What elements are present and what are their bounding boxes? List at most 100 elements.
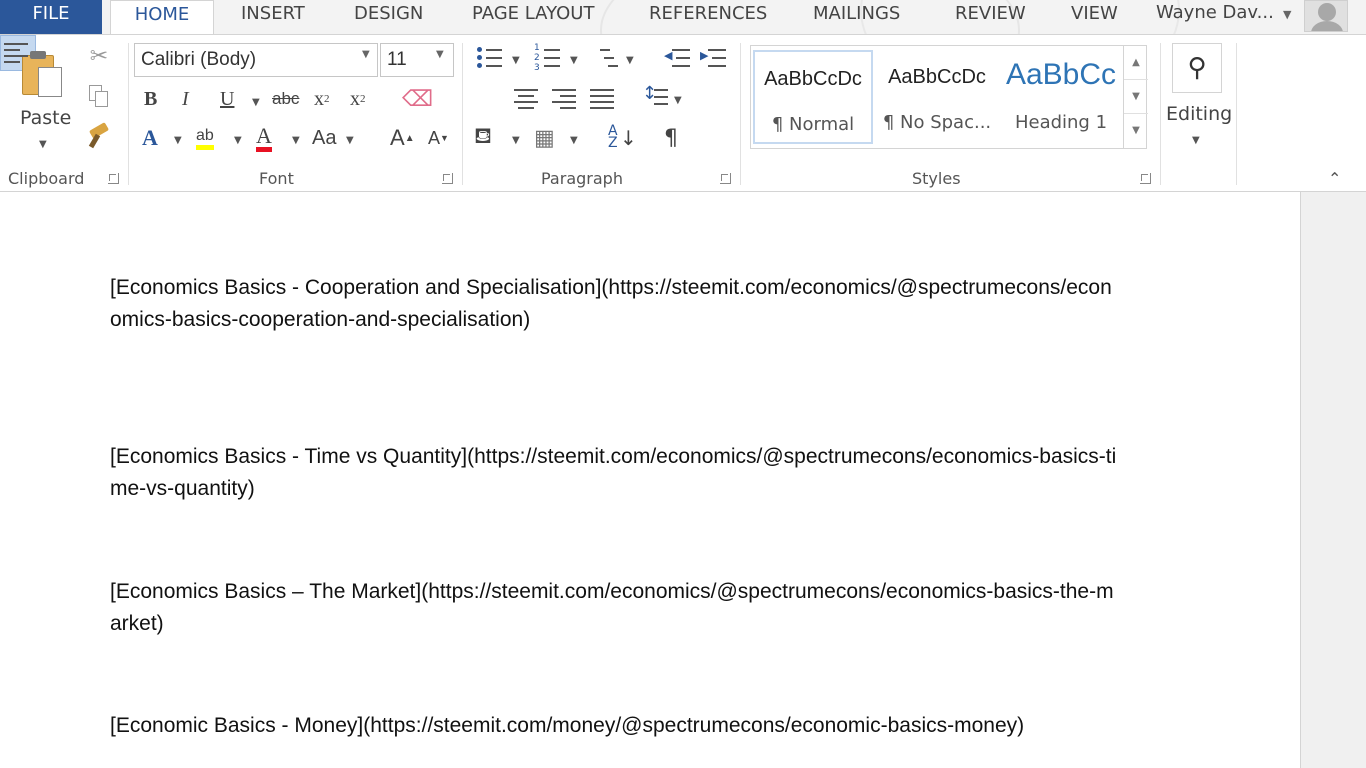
text-effects-caret-icon[interactable]: ▼ (174, 135, 182, 146)
paste-label[interactable]: Paste (20, 107, 71, 129)
italic-button[interactable]: I (182, 85, 189, 113)
shrink-font-icon[interactable]: A ▼ (428, 123, 449, 153)
collapse-ribbon-icon[interactable]: ⌃ (1328, 169, 1341, 188)
style-sample: AaBbCc (1005, 58, 1117, 91)
grow-font-icon[interactable]: A ▲ (390, 123, 415, 153)
paragraph-launcher-icon[interactable] (720, 173, 731, 184)
font-color-caret-icon[interactable]: ▼ (292, 135, 300, 146)
style-normal[interactable]: AaBbCcDc ¶ Normal (753, 50, 873, 144)
align-right-icon[interactable] (552, 87, 578, 109)
change-case-caret-icon[interactable]: ▼ (346, 135, 354, 146)
user-menu-caret-icon[interactable]: ▼ (1283, 8, 1291, 21)
binoculars-icon[interactable]: ⚲ (1172, 43, 1222, 93)
group-divider (740, 43, 741, 185)
multilevel-caret-icon[interactable]: ▼ (626, 55, 634, 66)
cut-icon[interactable]: ✂ (86, 43, 112, 69)
shading-caret-icon[interactable]: ▼ (512, 135, 520, 146)
font-name-dropdown-arrow-icon[interactable]: ▼ (362, 49, 370, 60)
document-paragraph[interactable]: [Economics Basics – The Market](https://… (110, 576, 1120, 640)
font-size-dropdown-arrow-icon[interactable]: ▼ (436, 49, 444, 60)
highlight-caret-icon[interactable]: ▼ (234, 135, 242, 146)
clipboard-group-label: Clipboard (8, 169, 85, 188)
font-launcher-icon[interactable] (442, 173, 453, 184)
document-paragraph[interactable]: [Economics Basics - Time vs Quantity](ht… (110, 441, 1120, 505)
font-color-icon[interactable]: A (256, 123, 272, 153)
styles-group-label: Styles (912, 169, 961, 188)
tab-review[interactable]: REVIEW (955, 0, 1026, 34)
format-painter-icon[interactable] (86, 122, 112, 149)
borders-caret-icon[interactable]: ▼ (570, 135, 578, 146)
avatar-body-icon (1311, 21, 1343, 31)
editing-label[interactable]: Editing (1166, 103, 1232, 125)
tab-mailings[interactable]: MAILINGS (813, 0, 900, 34)
paragraph-group-label: Paragraph (541, 169, 623, 188)
style-no-spacing[interactable]: AaBbCcDc ¶ No Spac... (877, 50, 997, 144)
styles-gallery: AaBbCcDc ¶ Normal AaBbCcDc ¶ No Spac... … (750, 45, 1148, 149)
tab-file[interactable]: FILE (0, 0, 102, 34)
sort-arrow-icon: ↓ (620, 126, 637, 150)
avatar[interactable] (1304, 0, 1348, 32)
superscript-button[interactable]: x2 (350, 85, 366, 113)
tab-references[interactable]: REFERENCES (649, 0, 767, 34)
vertical-scrollbar[interactable] (1300, 192, 1366, 768)
font-group-label: Font (259, 169, 294, 188)
copy-icon[interactable] (86, 83, 112, 109)
bullets-caret-icon[interactable]: ▼ (512, 55, 520, 66)
line-spacing-icon[interactable]: ↕ (642, 83, 668, 107)
tab-insert[interactable]: INSERT (241, 0, 305, 34)
group-divider (128, 43, 129, 185)
subscript-button[interactable]: x2 (314, 85, 330, 113)
style-name: Heading 1 (1014, 112, 1108, 133)
tab-page-layout[interactable]: PAGE LAYOUT (472, 0, 594, 34)
align-center-icon[interactable] (514, 87, 540, 109)
paste-sheet-icon (38, 67, 62, 97)
document-page[interactable]: [Economics Basics - Cooperation and Spec… (0, 192, 1300, 768)
decrease-indent-icon[interactable]: ◀ (664, 47, 690, 69)
numbering-caret-icon[interactable]: ▼ (570, 55, 578, 66)
clipboard-clip-icon (30, 51, 46, 59)
style-sample: AaBbCcDc (764, 68, 862, 90)
gallery-up-icon[interactable]: ▲ (1124, 46, 1148, 80)
borders-icon[interactable]: ▦ (534, 123, 555, 153)
style-name: ¶ Normal (771, 114, 855, 135)
tab-home[interactable]: HOME (110, 0, 214, 34)
style-name: ¶ No Spac... (882, 112, 992, 133)
font-name-dropdown[interactable]: Calibri (Body) (134, 43, 378, 77)
underline-caret-icon[interactable]: ▼ (252, 97, 260, 108)
change-case-button[interactable]: Aa (312, 123, 336, 153)
group-divider (1236, 43, 1237, 185)
strikethrough-button[interactable]: abc (272, 85, 299, 113)
paste-options-caret-icon[interactable]: ▼ (39, 139, 47, 150)
gallery-more-icon[interactable]: ▼ (1124, 114, 1148, 148)
multilevel-list-icon[interactable] (592, 45, 618, 69)
clear-formatting-icon[interactable]: ⌫ (402, 85, 433, 113)
tab-view[interactable]: VIEW (1071, 0, 1118, 34)
styles-gallery-scroll: ▲ ▼ ▼ (1123, 46, 1148, 148)
gallery-down-icon[interactable]: ▼ (1124, 80, 1148, 114)
avatar-head-icon (1318, 3, 1336, 21)
ribbon: Paste ▼ ✂ Clipboard Calibri (Body) ▼ 11 … (0, 34, 1366, 192)
styles-launcher-icon[interactable] (1140, 173, 1151, 184)
highlight-color-icon[interactable]: ab (196, 123, 214, 153)
shading-icon[interactable]: ⛾ (474, 123, 492, 153)
justify-icon[interactable] (590, 87, 616, 109)
editing-caret-icon[interactable]: ▼ (1192, 135, 1200, 146)
sort-icon[interactable]: AZ (608, 124, 618, 155)
group-divider (462, 43, 463, 185)
clipboard-launcher-icon[interactable] (108, 173, 119, 184)
group-divider (1160, 43, 1161, 185)
style-heading-1[interactable]: AaBbCc Heading 1 (1001, 50, 1121, 144)
tab-design[interactable]: DESIGN (354, 0, 423, 34)
numbering-icon[interactable]: 123 (534, 43, 560, 73)
bold-button[interactable]: B (144, 85, 157, 113)
increase-indent-icon[interactable]: ▶ (700, 47, 726, 69)
show-formatting-marks-icon[interactable]: ¶ (664, 123, 678, 153)
user-name[interactable]: Wayne Dav... (1156, 0, 1274, 34)
ribbon-tab-bar: FILE HOME INSERT DESIGN PAGE LAYOUT REFE… (0, 0, 1366, 34)
bullets-icon[interactable] (476, 45, 502, 69)
line-spacing-caret-icon[interactable]: ▼ (674, 95, 682, 106)
underline-button[interactable]: U (220, 85, 234, 113)
document-paragraph[interactable]: [Economics Basics - Cooperation and Spec… (110, 272, 1120, 336)
document-paragraph[interactable]: [Economic Basics - Money](https://steemi… (110, 710, 1120, 742)
text-effects-icon[interactable]: A (142, 123, 158, 153)
